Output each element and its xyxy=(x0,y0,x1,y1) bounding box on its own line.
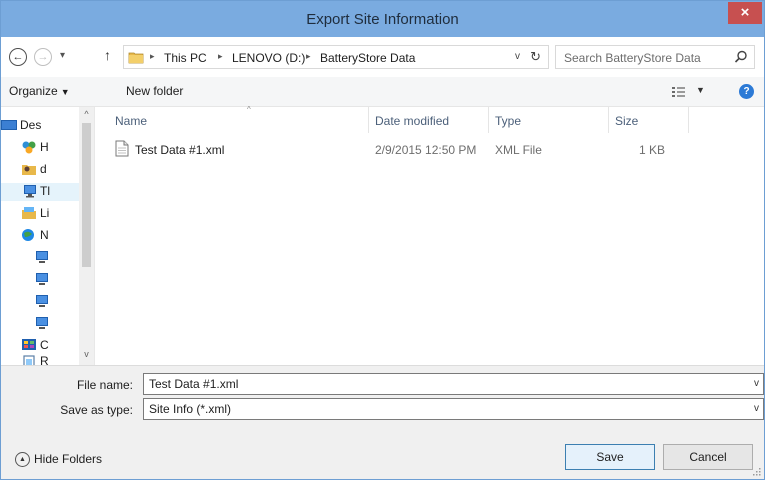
breadcrumb-batterystore-data[interactable]: BatteryStore Data xyxy=(320,51,415,65)
column-header-type[interactable]: Type xyxy=(489,107,609,133)
column-header-size[interactable]: Size xyxy=(609,107,689,133)
breadcrumb-this-pc[interactable]: This PC xyxy=(164,51,207,65)
save-as-type-select[interactable]: Site Info (*.xml) v xyxy=(143,398,764,420)
file-name-dropdown-icon[interactable]: v xyxy=(754,378,759,389)
search-box[interactable]: Search BatteryStore Data xyxy=(555,45,755,69)
file-name: Test Data #1.xml xyxy=(135,143,225,157)
scroll-up-arrow-icon[interactable]: ^ xyxy=(79,109,94,119)
control-panel-icon xyxy=(22,338,36,350)
collapse-up-icon: ▲ xyxy=(15,452,30,468)
desktop-icon xyxy=(1,119,17,130)
window-title: Export Site Information xyxy=(306,11,459,28)
hide-folders-label: Hide Folders xyxy=(34,452,103,466)
sidebar-item-this-pc[interactable]: Tl xyxy=(1,183,79,201)
navigation-pane-scrollbar[interactable]: ^ v xyxy=(79,107,94,365)
navigation-pane: Des H d Tl Li N C R ^ v xyxy=(1,107,95,365)
help-icon[interactable]: ? xyxy=(739,84,754,99)
recent-locations-button[interactable]: ▾ xyxy=(60,50,65,61)
libraries-icon xyxy=(22,206,36,219)
save-as-type-dropdown-icon[interactable]: v xyxy=(754,403,759,414)
xml-file-icon xyxy=(115,140,129,157)
file-date-modified: 2/9/2015 12:50 PM xyxy=(375,143,477,157)
homegroup-icon xyxy=(22,141,36,154)
organize-button[interactable]: Organize ▼ xyxy=(9,84,70,98)
up-button[interactable]: ↑ xyxy=(104,47,111,63)
recycle-bin-icon xyxy=(23,355,35,365)
network-icon xyxy=(22,228,34,241)
address-dropdown-button[interactable]: v xyxy=(515,51,520,62)
organize-label: Organize xyxy=(9,84,58,98)
breadcrumb-separator: ▸ xyxy=(150,51,155,61)
save-options-panel: File name: Test Data #1.xml v Save as ty… xyxy=(1,365,764,479)
hide-folders-button[interactable]: ▲ Hide Folders xyxy=(15,452,103,468)
cancel-button[interactable]: Cancel xyxy=(663,444,753,470)
save-as-type-label: Save as type: xyxy=(60,403,133,417)
user-folder-icon xyxy=(22,164,36,175)
network-computer-icon xyxy=(36,250,48,263)
change-view-icon[interactable] xyxy=(671,85,687,99)
file-name-label: File name: xyxy=(76,378,133,392)
file-name-input[interactable]: Test Data #1.xml v xyxy=(143,373,764,395)
folder-icon xyxy=(128,52,144,64)
search-placeholder: Search BatteryStore Data xyxy=(564,51,701,65)
back-button[interactable]: ← xyxy=(9,48,27,66)
file-name-value: Test Data #1.xml xyxy=(149,377,239,391)
scroll-down-arrow-icon[interactable]: v xyxy=(79,349,94,359)
network-computer-icon xyxy=(36,294,48,307)
navigation-bar: ← → ▾ ↑ ▸ This PC ▸ LENOVO (D:) ▸ Batter… xyxy=(1,37,764,77)
resize-grip-icon[interactable] xyxy=(751,466,761,476)
address-bar[interactable]: ▸ This PC ▸ LENOVO (D:) ▸ BatteryStore D… xyxy=(123,45,549,69)
network-computer-icon xyxy=(36,272,48,285)
refresh-button[interactable]: ↻ xyxy=(530,49,541,65)
file-list: Name ^ Date modified Type Size Test Data… xyxy=(97,105,764,365)
this-pc-icon xyxy=(24,184,36,198)
column-header-date-modified[interactable]: Date modified xyxy=(369,107,489,133)
file-type: XML File xyxy=(495,143,542,157)
save-as-type-value: Site Info (*.xml) xyxy=(149,402,232,416)
column-header-name[interactable]: Name ^ xyxy=(109,105,369,133)
sidebar-item-desktop[interactable]: Des xyxy=(1,117,71,135)
title-bar[interactable]: Export Site Information × xyxy=(1,1,764,37)
breadcrumb-separator: ▸ xyxy=(306,51,311,61)
organize-caret-icon: ▼ xyxy=(60,87,70,97)
view-options-caret-icon[interactable]: ▼ xyxy=(696,85,705,95)
close-button[interactable]: × xyxy=(728,2,762,24)
breadcrumb-separator: ▸ xyxy=(218,51,223,61)
command-toolbar: Organize ▼ New folder ▼ ? xyxy=(1,77,764,107)
new-folder-button[interactable]: New folder xyxy=(126,84,183,98)
file-row[interactable]: Test Data #1.xml 2/9/2015 12:50 PM XML F… xyxy=(109,139,669,161)
file-size: 1 KB xyxy=(639,143,666,157)
save-button[interactable]: Save xyxy=(565,444,655,470)
breadcrumb-lenovo-drive[interactable]: LENOVO (D:) xyxy=(232,51,305,65)
sort-ascending-icon: ^ xyxy=(247,105,251,114)
search-icon[interactable] xyxy=(734,50,748,64)
scrollbar-thumb[interactable] xyxy=(82,123,91,267)
forward-button[interactable]: → xyxy=(34,48,52,66)
export-site-information-dialog: Export Site Information × ← → ▾ ↑ ▸ This… xyxy=(0,0,765,480)
network-computer-icon xyxy=(36,316,48,329)
